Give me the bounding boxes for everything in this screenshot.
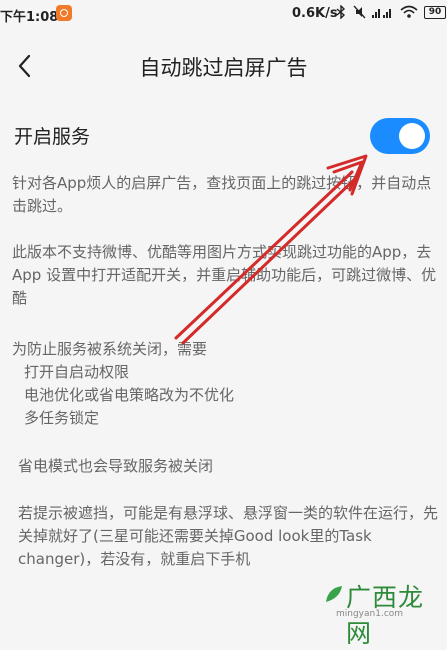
network-speed: 0.6K/s	[292, 6, 338, 21]
header: 自动跳过启屏广告	[0, 36, 447, 96]
requirements-intro: 为防止服务被系统关闭，需要	[12, 340, 208, 358]
requirement-item: 打开自启动权限	[24, 363, 130, 381]
requirement-item: 多任务锁定	[24, 409, 100, 427]
description-paragraph-3: 为防止服务被系统关闭，需要 打开自启动权限 电池优化或省电策略改为不优化 多任务…	[12, 338, 437, 430]
watermark-url: mingyan1.com	[336, 609, 404, 619]
service-label: 开启服务	[14, 126, 91, 148]
watermark: 广西龙网 mingyan1.com	[322, 578, 447, 648]
description-paragraph-1: 针对各App烦人的启屏广告，查找页面上的跳过按钮，并自动点击跳过。	[12, 174, 432, 215]
service-row: 开启服务	[0, 112, 447, 160]
signal-icon	[372, 5, 394, 22]
description-paragraph-5: 若提示被遮挡，可能是有悬浮球、悬浮窗一类的软件在运行，先关掉就好了(三星可能还需…	[18, 504, 439, 568]
status-bar: 下午1:08 0.6K/s 90	[0, 0, 447, 28]
bluetooth-icon	[336, 4, 346, 22]
battery-indicator: 90	[424, 6, 446, 19]
toggle-knob	[399, 123, 425, 149]
description-paragraph-4: 省电模式也会导致服务被关闭	[18, 457, 214, 475]
page-title: 自动跳过启屏广告	[139, 56, 308, 80]
requirement-item: 电池优化或省电策略改为不优化	[24, 386, 235, 404]
status-time: 下午1:08	[0, 10, 59, 25]
description-paragraph-2: 此版本不支持微博、优酷等用图片方式实现跳过功能的App，去App 设置中打开适配…	[12, 243, 437, 307]
wifi-icon	[400, 5, 418, 22]
leaf-logo-icon	[326, 586, 342, 602]
silent-icon	[352, 5, 366, 22]
app-notification-icon	[56, 5, 72, 21]
service-toggle[interactable]	[370, 118, 430, 154]
